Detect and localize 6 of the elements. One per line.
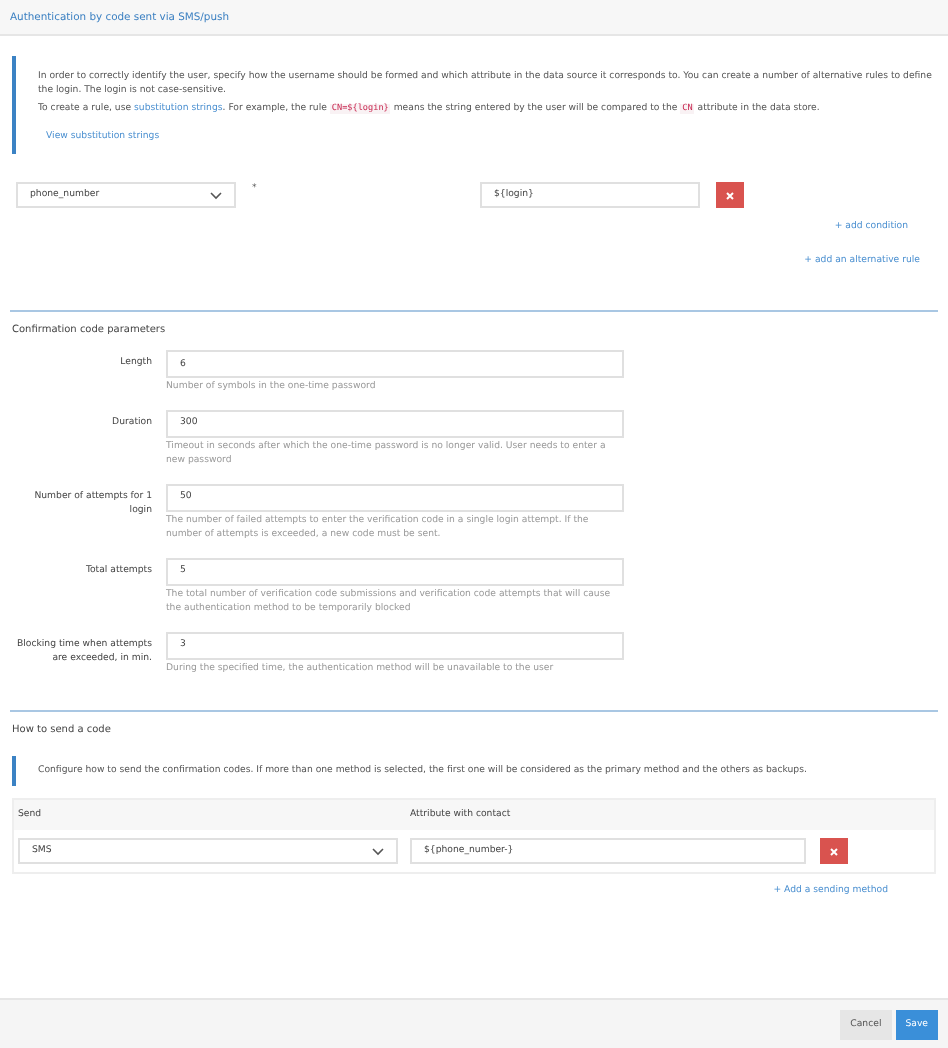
chevron-icon [210,191,222,199]
delete-button[interactable] [820,838,848,864]
close-icon [726,191,734,199]
close-icon [830,847,838,855]
delete-button[interactable] [716,182,744,208]
chevron-icon [372,847,384,855]
